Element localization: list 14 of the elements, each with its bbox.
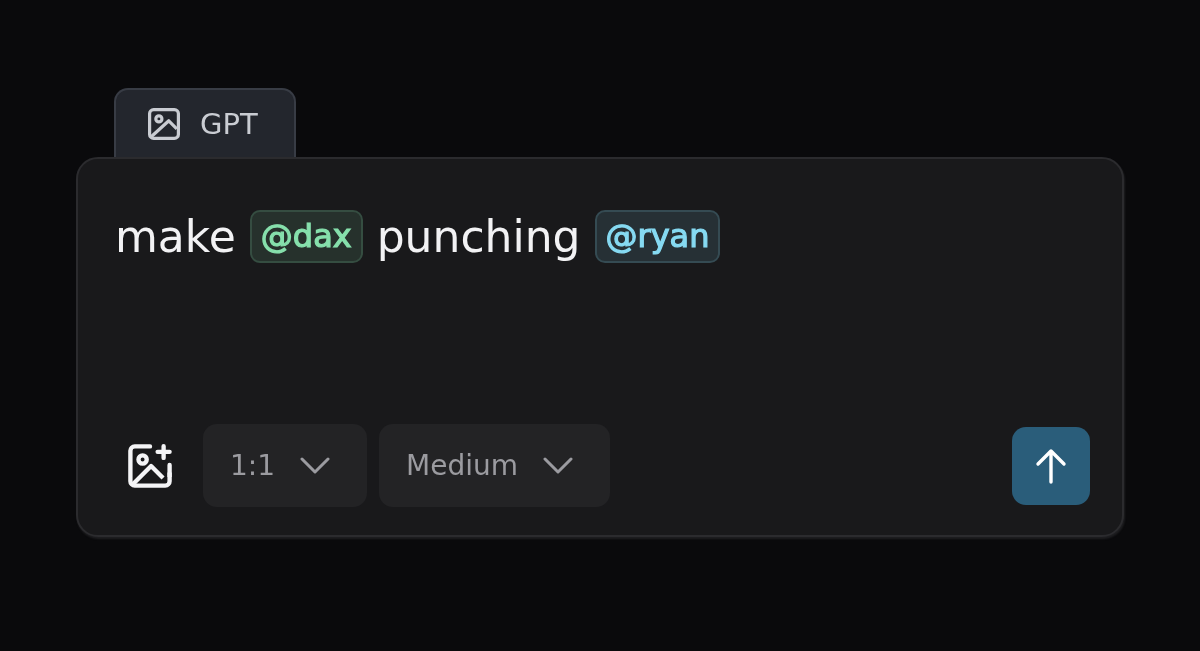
image-icon bbox=[148, 108, 180, 140]
mention-tag[interactable]: @ryan bbox=[594, 210, 721, 263]
dropdown-button[interactable]: 1:1 bbox=[203, 424, 368, 507]
chevron-down-icon bbox=[543, 457, 574, 474]
prompt-text: make bbox=[115, 210, 236, 263]
prompt-field[interactable]: make @dax punching @ryan bbox=[115, 159, 1090, 424]
image-plus-icon[interactable] bbox=[128, 443, 172, 488]
chevron-down-icon bbox=[300, 457, 331, 474]
send-button[interactable] bbox=[1012, 426, 1090, 505]
mention-tag[interactable]: @dax bbox=[249, 210, 363, 263]
model-tab[interactable]: GPT bbox=[114, 88, 296, 158]
dropdown-button[interactable]: Medium bbox=[379, 424, 611, 507]
prompt-text: punching bbox=[376, 210, 581, 263]
arrow-up-icon bbox=[1035, 447, 1067, 484]
